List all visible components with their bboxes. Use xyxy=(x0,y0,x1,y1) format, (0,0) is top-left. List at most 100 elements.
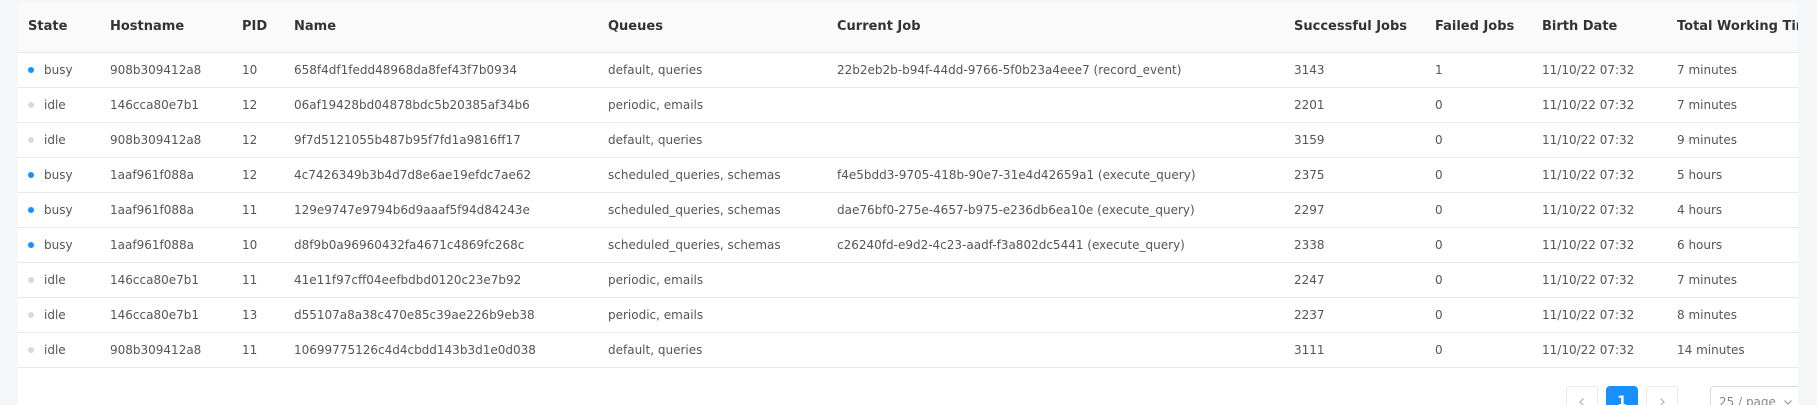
state-indicator: idle xyxy=(28,273,100,287)
state-indicator: idle xyxy=(28,98,100,112)
column-header-queues[interactable]: Queues xyxy=(598,2,827,53)
state-label: busy xyxy=(44,202,73,217)
workers-table: State Hostname PID Name Queues Current J… xyxy=(18,2,1798,368)
column-header-current-job[interactable]: Current Job xyxy=(827,2,1284,53)
status-dot-busy-icon xyxy=(28,206,34,213)
state-indicator: idle xyxy=(28,133,100,147)
cell-name: 41e11f97cff04eefbdbd0120c23e7b92 xyxy=(284,262,598,298)
cell-total-working-time: 9 minutes xyxy=(1667,122,1798,158)
status-dot-busy-icon xyxy=(28,66,34,73)
column-header-successful-jobs[interactable]: Successful Jobs xyxy=(1284,2,1425,53)
cell-queues: periodic, emails xyxy=(598,262,827,298)
cell-birth-date: 11/10/22 07:32 xyxy=(1532,157,1667,193)
state-indicator: busy xyxy=(28,203,100,217)
chevron-down-icon xyxy=(1784,400,1792,405)
column-header-total-working-time[interactable]: Total Working Time xyxy=(1667,2,1798,53)
cell-current-job: dae76bf0-275e-4657-b975-e236db6ea10e (ex… xyxy=(827,192,1284,228)
cell-total-working-time: 14 minutes xyxy=(1667,332,1798,368)
cell-birth-date: 11/10/22 07:32 xyxy=(1532,227,1667,263)
cell-state: busy xyxy=(18,192,100,228)
cell-failed-jobs: 0 xyxy=(1425,192,1532,228)
cell-hostname: 1aaf961f088a xyxy=(100,227,232,263)
cell-hostname: 146cca80e7b1 xyxy=(100,87,232,123)
cell-successful-jobs: 2297 xyxy=(1284,192,1425,228)
table-header-row: State Hostname PID Name Queues Current J… xyxy=(18,2,1798,53)
table-row[interactable]: idle 908b309412a8 11 10699775126c4d4cbdd143… xyxy=(18,332,1798,368)
cell-successful-jobs: 2375 xyxy=(1284,157,1425,193)
cell-queues: scheduled_queries, schemas xyxy=(598,227,827,263)
cell-birth-date: 11/10/22 07:32 xyxy=(1532,52,1667,88)
cell-name: 129e9747e9794b6d9aaaf5f94d84243e xyxy=(284,192,598,228)
cell-successful-jobs: 3159 xyxy=(1284,122,1425,158)
table-row[interactable]: idle 146cca80e7b1 12 06af19428bd04878bdc5b2… xyxy=(18,87,1798,123)
state-indicator: busy xyxy=(28,238,100,252)
prev-page-button[interactable] xyxy=(1566,386,1598,405)
cell-state: busy xyxy=(18,52,100,88)
cell-total-working-time: 7 minutes xyxy=(1667,87,1798,123)
state-label: busy xyxy=(44,167,73,182)
cell-birth-date: 11/10/22 07:32 xyxy=(1532,122,1667,158)
cell-name: 658f4df1fedd48968da8fef43f7b0934 xyxy=(284,52,598,88)
cell-hostname: 908b309412a8 xyxy=(100,332,232,368)
cell-pid: 12 xyxy=(232,87,284,123)
table-row[interactable]: busy 1aaf961f088a 10 d8f9b0a96960432fa4671c… xyxy=(18,227,1798,263)
cell-state: idle xyxy=(18,87,100,123)
column-header-failed-jobs[interactable]: Failed Jobs xyxy=(1425,2,1532,53)
cell-name: 9f7d5121055b487b95f7fd1a9816ff17 xyxy=(284,122,598,158)
cell-pid: 11 xyxy=(232,192,284,228)
state-indicator: idle xyxy=(28,308,100,322)
state-label: idle xyxy=(44,307,66,322)
table-row[interactable]: busy 1aaf961f088a 11 129e9747e9794b6d9aaaf5… xyxy=(18,192,1798,228)
cell-pid: 11 xyxy=(232,332,284,368)
table-row[interactable]: idle 146cca80e7b1 11 41e11f97cff04eefbdbd01… xyxy=(18,262,1798,298)
cell-failed-jobs: 0 xyxy=(1425,227,1532,263)
cell-birth-date: 11/10/22 07:32 xyxy=(1532,297,1667,333)
cell-failed-jobs: 0 xyxy=(1425,262,1532,298)
cell-failed-jobs: 0 xyxy=(1425,297,1532,333)
cell-failed-jobs: 0 xyxy=(1425,87,1532,123)
cell-queues: default, queries xyxy=(598,52,827,88)
cell-current-job: f4e5bdd3-9705-418b-90e7-31e4d42659a1 (ex… xyxy=(827,157,1284,193)
cell-successful-jobs: 2338 xyxy=(1284,227,1425,263)
page-1-button[interactable]: 1 xyxy=(1606,386,1638,405)
cell-queues: default, queries xyxy=(598,122,827,158)
cell-state: busy xyxy=(18,157,100,193)
status-dot-idle-icon xyxy=(28,346,34,353)
column-header-state[interactable]: State xyxy=(18,2,100,53)
cell-current-job xyxy=(827,297,1284,333)
pagination: 1 25 / page xyxy=(1566,386,1798,405)
column-header-name[interactable]: Name xyxy=(284,2,598,53)
status-dot-busy-icon xyxy=(28,171,34,178)
page-size-select[interactable]: 25 / page xyxy=(1710,386,1798,405)
cell-state: idle xyxy=(18,262,100,298)
table-row[interactable]: busy 1aaf961f088a 12 4c7426349b3b4d7d8e6ae1… xyxy=(18,157,1798,193)
cell-state: idle xyxy=(18,297,100,333)
table-row[interactable]: busy 908b309412a8 10 658f4df1fedd48968da8fe… xyxy=(18,52,1798,88)
cell-hostname: 146cca80e7b1 xyxy=(100,297,232,333)
cell-total-working-time: 7 minutes xyxy=(1667,262,1798,298)
state-label: idle xyxy=(44,97,66,112)
workers-panel: State Hostname PID Name Queues Current J… xyxy=(18,2,1798,405)
cell-successful-jobs: 3111 xyxy=(1284,332,1425,368)
table-row[interactable]: idle 908b309412a8 12 9f7d5121055b487b95f7fd… xyxy=(18,122,1798,158)
table-row[interactable]: idle 146cca80e7b1 13 d55107a8a38c470e85c39a… xyxy=(18,297,1798,333)
cell-hostname: 908b309412a8 xyxy=(100,122,232,158)
page-size-label: 25 / page xyxy=(1719,395,1776,405)
next-page-button[interactable] xyxy=(1646,386,1678,405)
cell-birth-date: 11/10/22 07:32 xyxy=(1532,332,1667,368)
cell-name: d55107a8a38c470e85c39ae226b9eb38 xyxy=(284,297,598,333)
status-dot-idle-icon xyxy=(28,101,34,108)
state-label: idle xyxy=(44,132,66,147)
cell-name: 10699775126c4d4cbdd143b3d1e0d038 xyxy=(284,332,598,368)
column-header-pid[interactable]: PID xyxy=(232,2,284,53)
column-header-hostname[interactable]: Hostname xyxy=(100,2,232,53)
cell-current-job xyxy=(827,87,1284,123)
cell-pid: 10 xyxy=(232,52,284,88)
column-header-birth-date[interactable]: Birth Date xyxy=(1532,2,1667,53)
cell-current-job xyxy=(827,122,1284,158)
cell-total-working-time: 4 hours xyxy=(1667,192,1798,228)
status-dot-busy-icon xyxy=(28,241,34,248)
cell-queues: periodic, emails xyxy=(598,87,827,123)
state-label: idle xyxy=(44,342,66,357)
cell-current-job: c26240fd-e9d2-4c23-aadf-f3a802dc5441 (ex… xyxy=(827,227,1284,263)
